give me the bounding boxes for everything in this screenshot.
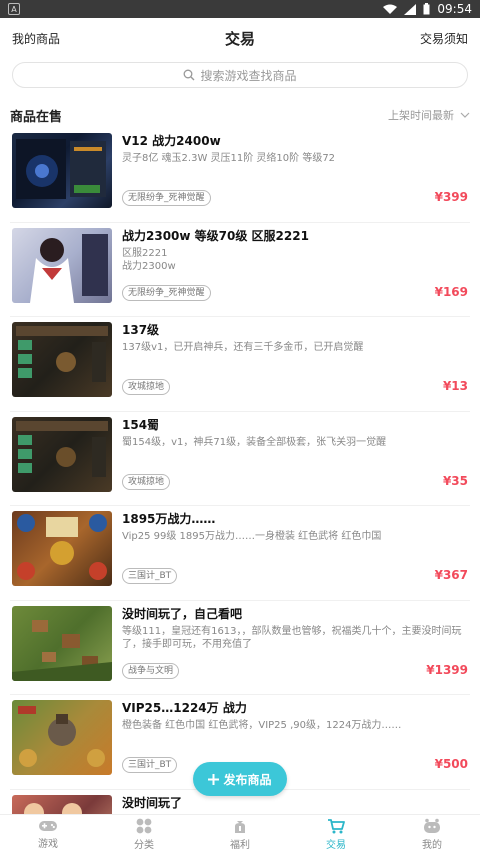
listing-title: V12 战力2400w bbox=[122, 134, 221, 148]
wifi-icon bbox=[383, 4, 398, 14]
listing-price: ¥500 bbox=[434, 757, 468, 771]
listing-title: 1895万战力…… bbox=[122, 512, 216, 526]
publish-label: 发布商品 bbox=[223, 772, 272, 787]
search-placeholder: 搜索游戏查找商品 bbox=[200, 68, 297, 83]
listing-price: ¥169 bbox=[434, 284, 468, 299]
trade-notice-link[interactable]: 交易须知 bbox=[420, 30, 468, 47]
listing-description: 橙色装备 红色巾国 红色武将，VIP25 ,90级，1224万战力…… bbox=[122, 720, 402, 731]
listing-title: 没时间玩了，自己看吧 bbox=[122, 606, 243, 621]
listing-item[interactable]: V12 战力2400w 灵子8亿 魂玉2.3W 灵压11阶 灵络10阶 等级72… bbox=[10, 128, 470, 223]
game-tag: 无限纷争_死神觉醒 bbox=[122, 284, 211, 301]
sort-label: 上架时间最新 bbox=[388, 109, 454, 122]
cart-icon bbox=[328, 819, 345, 834]
section-header: 商品在售 上架时间最新 bbox=[10, 104, 470, 126]
listing-item[interactable]: 战力2300w 等级70级 区服2221 区服2221 战力2300w 无限纷争… bbox=[10, 223, 470, 317]
listing-price: ¥1399 bbox=[426, 662, 468, 677]
tab-label: 福利 bbox=[230, 840, 250, 851]
listing-thumbnail bbox=[12, 511, 112, 586]
listing-thumbnail bbox=[12, 605, 112, 681]
listing-thumbnail bbox=[12, 227, 112, 303]
tab-mine[interactable]: 我的 bbox=[384, 815, 480, 854]
tab-trade[interactable]: 交易 bbox=[288, 815, 384, 854]
tab-label: 交易 bbox=[326, 840, 346, 851]
listing-description: 137级v1，已开启神兵，还有三千多金币，已开启觉醒 bbox=[122, 342, 364, 353]
listing-list: V12 战力2400w 灵子8亿 魂玉2.3W 灵压11阶 灵络10阶 等级72… bbox=[0, 128, 480, 814]
tab-label: 游戏 bbox=[38, 839, 58, 850]
chevron-down-icon bbox=[460, 112, 470, 118]
tab-label: 分类 bbox=[134, 840, 154, 851]
listing-title: 137级 bbox=[122, 323, 160, 337]
gamepad-icon bbox=[39, 821, 57, 831]
game-tag: 战争与文明 bbox=[122, 662, 180, 679]
my-goods-link[interactable]: 我的商品 bbox=[12, 30, 60, 47]
listing-thumbnail bbox=[12, 700, 112, 775]
top-header: 我的商品 交易 交易须知 bbox=[0, 18, 480, 58]
tab-label: 我的 bbox=[422, 840, 442, 851]
listing-thumbnail bbox=[12, 794, 112, 814]
gift-bag-icon bbox=[235, 821, 245, 833]
publish-goods-button[interactable]: 发布商品 bbox=[193, 762, 287, 796]
listing-title: 154蜀 bbox=[122, 417, 160, 432]
listing-description: 灵子8亿 魂玉2.3W 灵压11阶 灵络10阶 等级72 bbox=[122, 153, 336, 164]
listing-item[interactable]: 137级 137级v1，已开启神兵，还有三千多金币，已开启觉醒 攻城掠地 ¥13 bbox=[10, 317, 470, 412]
plus-icon bbox=[208, 773, 220, 785]
battery-icon bbox=[423, 3, 430, 15]
listing-description: 蜀154级，v1，神兵71级，装备全部极套，张飞关羽一觉醒 bbox=[122, 436, 387, 448]
listing-item[interactable]: 没时间玩了，自己看吧 等级111，皇冠还有1613，，部队数量也管够，祝福类几十… bbox=[10, 601, 470, 695]
listing-thumbnail bbox=[12, 416, 112, 492]
section-title: 商品在售 bbox=[10, 109, 63, 125]
listing-price: ¥13 bbox=[442, 379, 468, 393]
search-input[interactable]: 搜索游戏查找商品 bbox=[12, 62, 468, 88]
tab-category[interactable]: 分类 bbox=[96, 815, 192, 854]
search-icon bbox=[184, 69, 195, 81]
game-tag: 三国计_BT bbox=[122, 568, 178, 584]
listing-price: ¥367 bbox=[434, 568, 468, 582]
app-notification-icon: A bbox=[8, 3, 20, 15]
signal-icon bbox=[404, 3, 417, 15]
game-tag: 三国计_BT bbox=[122, 757, 178, 773]
listing-thumbnail bbox=[12, 133, 112, 208]
listing-item[interactable]: 154蜀 蜀154级，v1，神兵71级，装备全部极套，张飞关羽一觉醒 攻城掠地 … bbox=[10, 412, 470, 506]
listing-price: ¥399 bbox=[434, 190, 468, 204]
status-time: 09:54 bbox=[437, 2, 472, 16]
game-tag: 无限纷争_死神觉醒 bbox=[122, 190, 211, 206]
listing-description: 等级111，皇冠还有1613，，部队数量也管够，祝福类几十个，主要没时间玩了，接… bbox=[122, 625, 462, 650]
tab-welfare[interactable]: 福利 bbox=[192, 815, 288, 854]
listing-title: 战力2300w 等级70级 区服2221 bbox=[122, 228, 309, 243]
listing-thumbnail bbox=[12, 322, 112, 397]
tab-games[interactable]: 游戏 bbox=[0, 815, 96, 854]
listing-title: VIP25…1224万 战力 bbox=[122, 701, 247, 715]
game-tag: 攻城掠地 bbox=[122, 473, 171, 490]
status-bar: A 09:54 bbox=[0, 0, 480, 18]
sort-dropdown[interactable]: 上架时间最新 bbox=[388, 107, 470, 123]
page-title: 交易 bbox=[224, 29, 255, 48]
listing-description: Vip25 99级 1895万战力……一身橙装 红色武将 红色巾国 bbox=[122, 531, 382, 542]
listing-item[interactable]: 1895万战力…… Vip25 99级 1895万战力……一身橙装 红色武将 红… bbox=[10, 506, 470, 601]
grid-icon bbox=[136, 818, 152, 834]
bottom-tab-bar: 游戏 分类 福利 交易 我的 bbox=[0, 814, 480, 854]
listing-description: 区服2221 战力2300w bbox=[122, 247, 176, 272]
game-tag: 攻城掠地 bbox=[122, 379, 171, 395]
robot-face-icon bbox=[424, 818, 440, 833]
listing-title: 没时间玩了 bbox=[122, 795, 183, 810]
listing-price: ¥35 bbox=[442, 473, 468, 488]
